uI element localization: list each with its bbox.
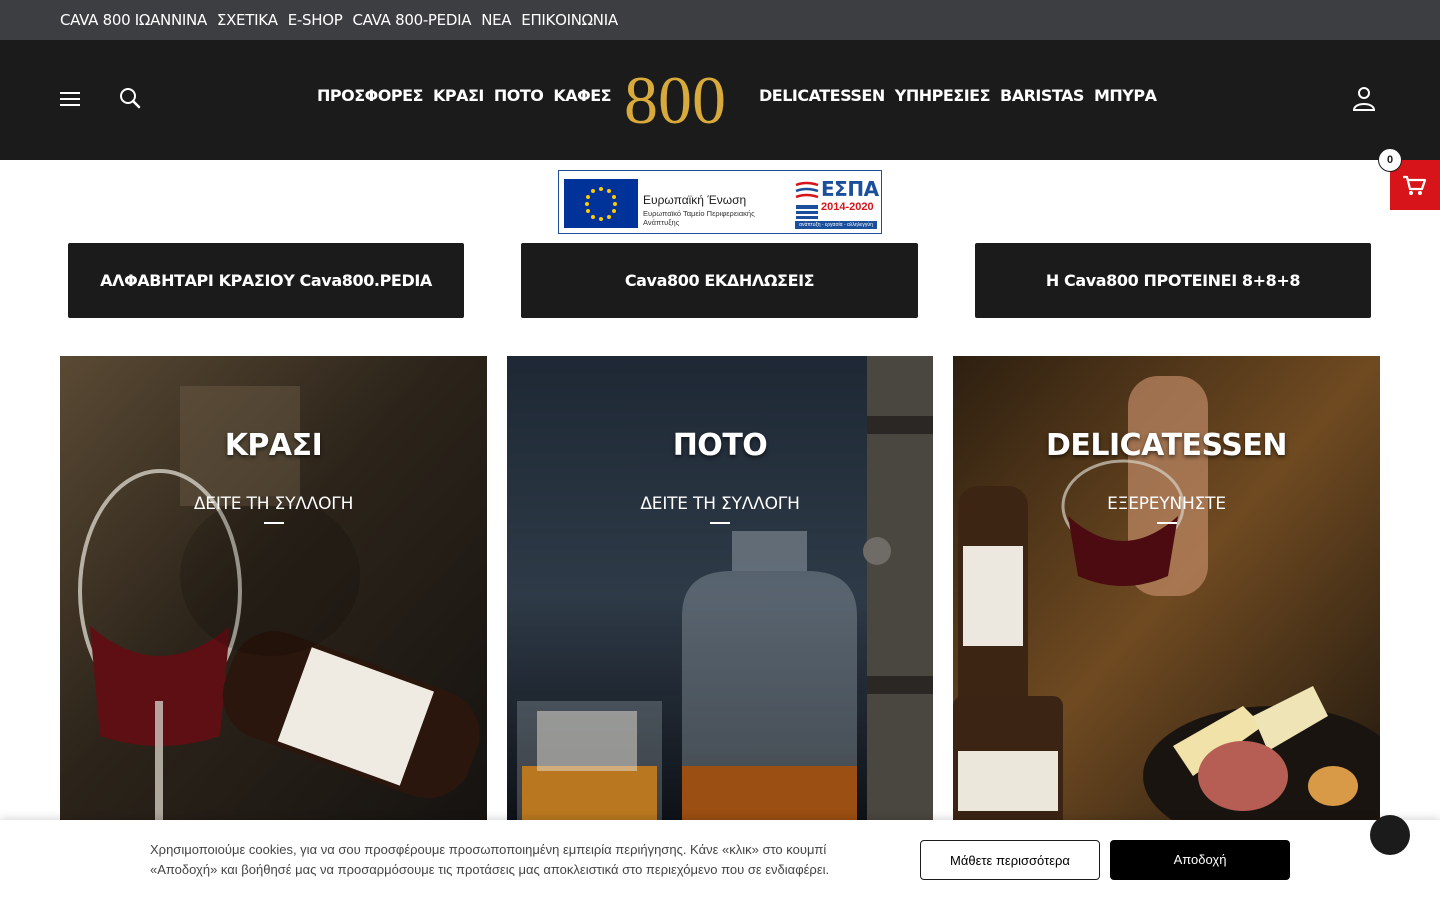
top-utility-bar: CAVA 800 ΙΩΑΝΝΙΝΑ ΣΧΕΤΙΚΑ E-SHOP CAVA 80… <box>0 0 1440 40</box>
events-button[interactable]: Cava800 ΕΚΔΗΛΩΣΕΙΣ <box>521 243 918 318</box>
espa-eu-fund: Ευρωπαϊκό Ταμείο Περιφερειακής Ανάπτυξης <box>643 209 755 227</box>
top-link-about[interactable]: ΣΧΕΤΙΚΑ <box>217 11 278 29</box>
espa-years: 2014-2020 <box>821 201 874 213</box>
category-card-spirits[interactable]: ΠΟΤΟ ΔΕΙΤΕ ΤΗ ΣΥΛΛΟΓΗ <box>507 356 933 836</box>
category-title: ΠΟΤΟ <box>672 428 768 463</box>
category-link[interactable]: ΔΕΙΤΕ ΤΗ ΣΥΛΛΟΓΗ <box>507 494 933 514</box>
category-card-delicatessen[interactable]: DELICATESSEN ΕΞΕΡΕΥΝΗΣΤΕ <box>953 356 1380 836</box>
espa-banner[interactable]: Ευρωπαϊκή Ένωση Ευρωπαϊκό Ταμείο Περιφερ… <box>558 170 882 234</box>
wine-alphabet-button[interactable]: ΑΛΦΑΒΗΤΑΡΙ ΚΡΑΣΙΟΥ Cava800.PEDIA <box>68 243 464 318</box>
nav-services[interactable]: ΥΠΗΡΕΣΙΕΣ <box>895 86 991 105</box>
category-link[interactable]: ΕΞΕΡΕΥΝΗΣΤΕ <box>953 494 1380 514</box>
nav-spirits[interactable]: ΠΟΤΟ <box>494 86 544 105</box>
main-header: ΠΡΟΣΦΟΡΕΣ ΚΡΑΣΙ ΠΟΤΟ ΚΑΦΕΣ 800 DELICATES… <box>0 40 1440 160</box>
top-links: CAVA 800 ΙΩΑΝΝΙΝΑ ΣΧΕΤΙΚΑ E-SHOP CAVA 80… <box>60 0 618 40</box>
espa-slogan: ανάπτυξη - εργασία - αλληλεγγύη <box>795 221 877 229</box>
espa-title: ΕΣΠΑ <box>821 177 879 201</box>
learn-more-button[interactable]: Μάθετε περισσότερα <box>920 840 1100 880</box>
chat-widget-icon[interactable] <box>1370 815 1410 855</box>
accept-button[interactable]: Αποδοχή <box>1110 840 1290 880</box>
espa-eu-label: Ευρωπαϊκή Ένωση <box>643 193 747 207</box>
cookie-banner: Χρησιμοποιούμε cookies, για να σου προσφ… <box>0 820 1440 900</box>
top-link-cava800-pedia[interactable]: CAVA 800-PEDIA <box>352 11 471 29</box>
nav-baristas[interactable]: BARISTAS <box>1000 86 1084 105</box>
nav-delicatessen[interactable]: DELICATESSEN <box>759 86 885 105</box>
recommends-button[interactable]: Η Cava800 ΠΡΟΤΕΙΝΕΙ 8+8+8 <box>975 243 1371 318</box>
category-title: DELICATESSEN <box>1045 428 1288 463</box>
eu-flag-icon <box>564 179 638 228</box>
menu-icon[interactable] <box>60 92 80 106</box>
main-nav-left: ΠΡΟΣΦΟΡΕΣ ΚΡΑΣΙ ΠΟΤΟ ΚΑΦΕΣ <box>317 86 612 105</box>
category-grid: ΚΡΑΣΙ ΔΕΙΤΕ ΤΗ ΣΥΛΛΟΓΗ ΠΟΤΟ ΔΕΙΤΕ ΤΗ ΣΥΛ… <box>60 356 1380 900</box>
nav-offers[interactable]: ΠΡΟΣΦΟΡΕΣ <box>317 86 423 105</box>
top-link-cava800-ioannina[interactable]: CAVA 800 ΙΩΑΝΝΙΝΑ <box>60 11 207 29</box>
main-nav-right: DELICATESSEN ΥΠΗΡΕΣΙΕΣ BARISTAS ΜΠΥΡΑ <box>759 86 1157 105</box>
category-link[interactable]: ΔΕΙΤΕ ΤΗ ΣΥΛΛΟΓΗ <box>60 494 487 514</box>
cart-count-badge: 0 <box>1378 148 1402 172</box>
nav-wine[interactable]: ΚΡΑΣΙ <box>433 86 484 105</box>
account-icon[interactable] <box>1352 86 1376 112</box>
site-logo[interactable]: 800 <box>620 64 730 136</box>
nav-coffee[interactable]: ΚΑΦΕΣ <box>553 86 611 105</box>
top-link-news[interactable]: ΝΕΑ <box>481 11 511 29</box>
top-link-contact[interactable]: ΕΠΙΚΟΙΝΩΝΙΑ <box>521 11 618 29</box>
search-icon[interactable] <box>118 86 142 110</box>
category-underline <box>710 522 730 524</box>
category-underline <box>263 522 284 524</box>
top-link-eshop[interactable]: E-SHOP <box>288 11 343 29</box>
nav-beer[interactable]: ΜΠΥΡΑ <box>1094 86 1157 105</box>
cookie-text: Χρησιμοποιούμε cookies, για να σου προσφ… <box>150 842 830 877</box>
category-title: ΚΡΑΣΙ <box>224 428 323 463</box>
category-underline <box>1156 522 1177 524</box>
category-card-wine[interactable]: ΚΡΑΣΙ ΔΕΙΤΕ ΤΗ ΣΥΛΛΟΓΗ <box>60 356 487 836</box>
